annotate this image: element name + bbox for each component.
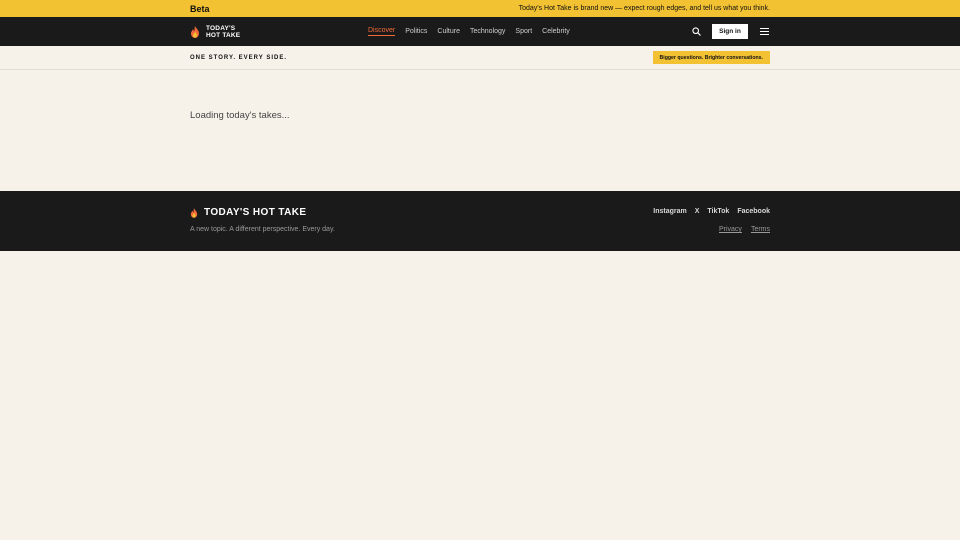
nav-celebrity[interactable]: Celebrity <box>542 28 570 36</box>
flame-icon <box>191 25 199 38</box>
search-icon <box>691 27 701 36</box>
brand-line-1: TODAY'S <box>206 24 236 32</box>
beta-bar: Beta Today's Hot Take is brand new — exp… <box>0 0 960 17</box>
footer-brand-link[interactable]: TODAY'S HOT TAKE <box>190 207 307 218</box>
x-link[interactable]: X <box>695 208 700 215</box>
promo-badge[interactable]: Bigger questions. Brighter conversations… <box>652 51 770 64</box>
footer-tagline: A new topic. A different perspective. Ev… <box>190 226 335 233</box>
tagline: ONE STORY. EVERY SIDE. <box>190 54 288 61</box>
brand-logo-link[interactable]: TODAY'S HOT TAKE <box>190 25 240 39</box>
flame-icon <box>190 207 198 218</box>
nav-discover[interactable]: Discover <box>368 27 396 36</box>
menu-button[interactable] <box>758 26 770 38</box>
tiktok-link[interactable]: TikTok <box>707 208 729 215</box>
nav-culture[interactable]: Culture <box>437 28 460 36</box>
sign-in-button[interactable]: Sign in <box>712 24 748 39</box>
facebook-link[interactable]: Facebook <box>737 208 770 215</box>
site-header: TODAY'S HOT TAKE Discover Politics Cultu… <box>0 17 960 46</box>
nav-sport[interactable]: Sport <box>515 28 532 36</box>
beta-tag: Beta <box>190 3 210 14</box>
main-content: Loading today's takes... <box>0 70 960 191</box>
brand-name: TODAY'S HOT TAKE <box>206 25 240 39</box>
beta-message: Today's Hot Take is brand new — expect r… <box>518 5 770 12</box>
loading-message: Loading today's takes... <box>190 110 290 121</box>
footer-social-links: Instagram X TikTok Facebook <box>653 208 770 215</box>
footer-legal-links: Privacy Terms <box>719 226 770 233</box>
main-nav: Discover Politics Culture Technology Spo… <box>368 17 570 46</box>
search-button[interactable] <box>688 24 704 40</box>
privacy-link[interactable]: Privacy <box>719 226 742 233</box>
brand-line-2: HOT TAKE <box>206 31 241 39</box>
header-actions: Sign in <box>688 17 770 46</box>
terms-link[interactable]: Terms <box>751 226 770 233</box>
footer-brand-name: TODAY'S HOT TAKE <box>204 207 307 218</box>
tagline-row: ONE STORY. EVERY SIDE. Bigger questions.… <box>0 46 960 70</box>
instagram-link[interactable]: Instagram <box>653 208 686 215</box>
menu-icon <box>759 28 769 35</box>
nav-technology[interactable]: Technology <box>470 28 505 36</box>
nav-politics[interactable]: Politics <box>405 28 427 36</box>
site-footer: TODAY'S HOT TAKE A new topic. A differen… <box>0 191 960 251</box>
